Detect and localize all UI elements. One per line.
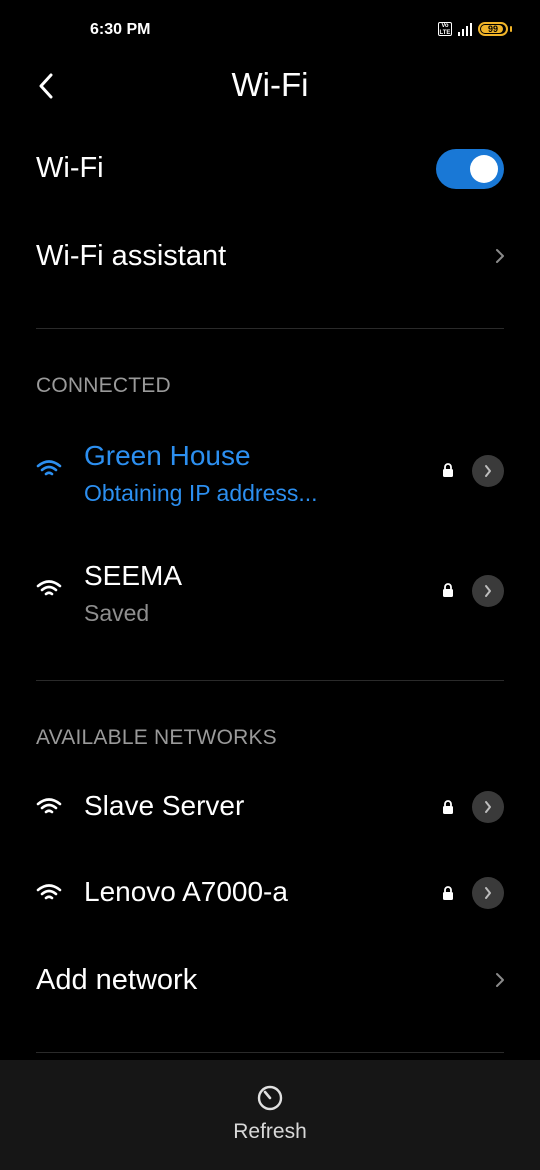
status-icons: Vo LTE 99 <box>438 22 512 36</box>
volte-icon: Vo LTE <box>438 22 452 36</box>
wifi-signal-icon <box>36 884 62 900</box>
network-name: SEEMA <box>84 560 183 591</box>
network-name: Lenovo A7000-a <box>84 876 288 907</box>
divider <box>36 1052 504 1053</box>
page-title: Wi-Fi <box>231 66 309 103</box>
wifi-assistant-row[interactable]: Wi-Fi assistant <box>0 222 540 292</box>
wifi-assistant-label: Wi-Fi assistant <box>36 240 227 272</box>
network-row-green-house[interactable]: Green House Obtaining IP address... <box>0 430 540 530</box>
network-row-slave-server[interactable]: Slave Server <box>0 770 540 846</box>
chevron-right-icon <box>496 973 504 987</box>
lock-icon <box>443 886 453 900</box>
wifi-toggle-label: Wi-Fi <box>36 152 104 184</box>
wifi-signal-icon <box>36 580 62 596</box>
status-time: 6:30 PM <box>90 21 151 38</box>
header: Wi-Fi <box>0 60 540 112</box>
wifi-settings-screen: 6:30 PM Vo LTE 99 Wi-Fi Wi-Fi Wi-Fi assi… <box>0 0 540 1170</box>
divider <box>36 680 504 681</box>
lock-icon <box>443 800 453 814</box>
network-details-button[interactable] <box>472 575 504 607</box>
battery-tip <box>510 26 512 32</box>
wifi-toggle-switch[interactable] <box>436 149 504 189</box>
lock-icon <box>443 583 453 597</box>
available-section-header: AVAILABLE NETWORKS <box>36 726 277 749</box>
wifi-signal-icon <box>36 798 62 814</box>
chevron-right-icon <box>485 887 491 899</box>
toggle-knob <box>470 155 498 183</box>
network-row-lenovo[interactable]: Lenovo A7000-a <box>0 856 540 932</box>
chevron-right-icon <box>485 465 491 477</box>
lock-icon <box>443 463 453 477</box>
battery-level: 99 <box>487 24 498 34</box>
chevron-right-icon <box>485 585 491 597</box>
chevron-right-icon <box>496 249 504 263</box>
refresh-label: Refresh <box>233 1120 307 1143</box>
battery-icon: 99 <box>478 22 508 36</box>
refresh-icon <box>257 1085 283 1111</box>
network-status: Saved <box>84 600 150 626</box>
network-name: Green House <box>84 440 251 471</box>
chevron-right-icon <box>485 801 491 813</box>
status-bar: 6:30 PM Vo LTE 99 <box>0 0 540 60</box>
divider <box>36 328 504 329</box>
wifi-signal-icon <box>36 460 62 476</box>
bottom-bar: Refresh <box>0 1060 540 1170</box>
add-network-label: Add network <box>36 964 198 996</box>
wifi-toggle-row[interactable]: Wi-Fi <box>0 134 540 204</box>
network-status: Obtaining IP address... <box>84 480 318 506</box>
network-details-button[interactable] <box>472 877 504 909</box>
connected-section-header: CONNECTED <box>36 374 171 397</box>
add-network-row[interactable]: Add network <box>0 945 540 1015</box>
network-row-seema[interactable]: SEEMA Saved <box>0 550 540 650</box>
refresh-button[interactable]: Refresh <box>210 1078 330 1158</box>
network-details-button[interactable] <box>472 455 504 487</box>
network-name: Slave Server <box>84 790 245 821</box>
signal-icon <box>458 22 472 36</box>
network-details-button[interactable] <box>472 791 504 823</box>
